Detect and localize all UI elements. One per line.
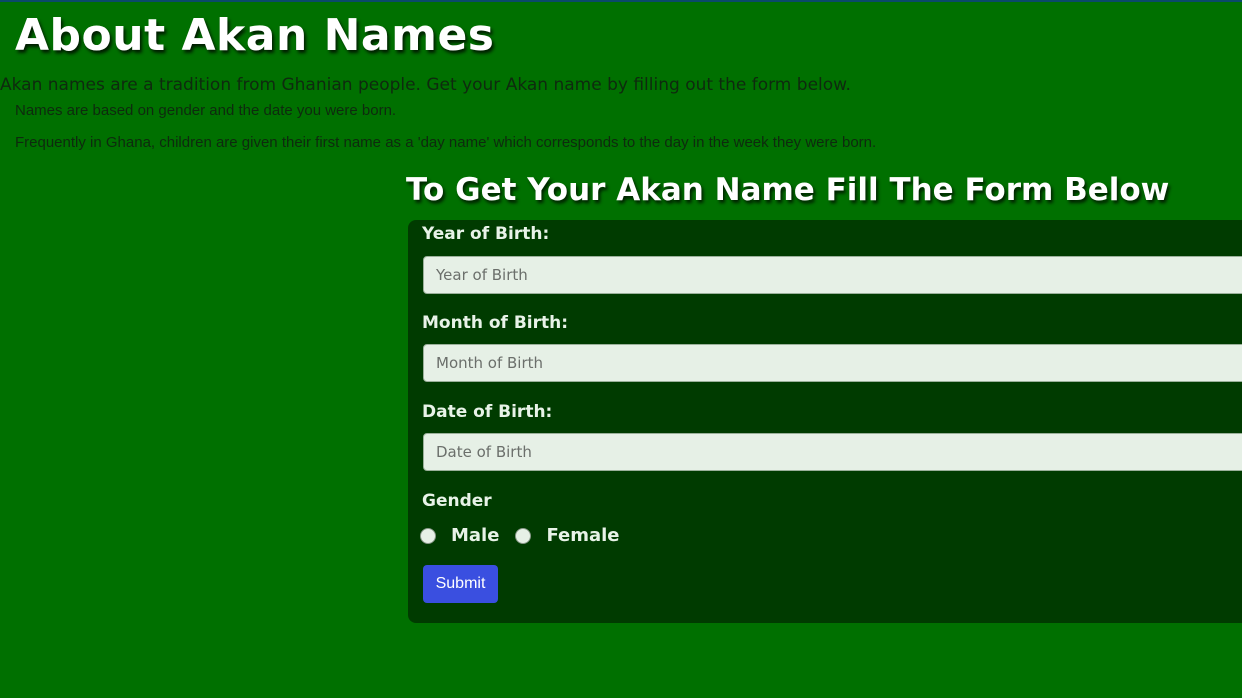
submit-button[interactable]: Submit	[423, 565, 498, 603]
gender-date-note: Names are based on gender and the date y…	[15, 102, 397, 119]
male-label[interactable]: Male	[451, 525, 499, 546]
date-of-birth-label: Date of Birth:	[422, 402, 553, 422]
date-of-birth-input[interactable]	[423, 433, 1242, 471]
gender-options: Male Female	[420, 525, 636, 546]
gender-label: Gender	[422, 491, 492, 511]
akan-name-form: Year of Birth: Month of Birth: Date of B…	[408, 220, 1242, 623]
form-heading: To Get Your Akan Name Fill The Form Belo…	[406, 172, 1170, 208]
female-label[interactable]: Female	[546, 525, 619, 546]
year-of-birth-input[interactable]	[423, 256, 1242, 294]
female-radio[interactable]	[515, 527, 532, 544]
male-radio[interactable]	[420, 527, 436, 544]
month-of-birth-label: Month of Birth:	[422, 313, 569, 333]
year-of-birth-label: Year of Birth:	[422, 224, 550, 244]
intro-text: Akan names are a tradition from Ghanian …	[0, 75, 851, 95]
page-title: About Akan Names	[15, 10, 495, 61]
day-name-note: Frequently in Ghana, children are given …	[15, 134, 877, 151]
month-of-birth-input[interactable]	[423, 344, 1242, 382]
